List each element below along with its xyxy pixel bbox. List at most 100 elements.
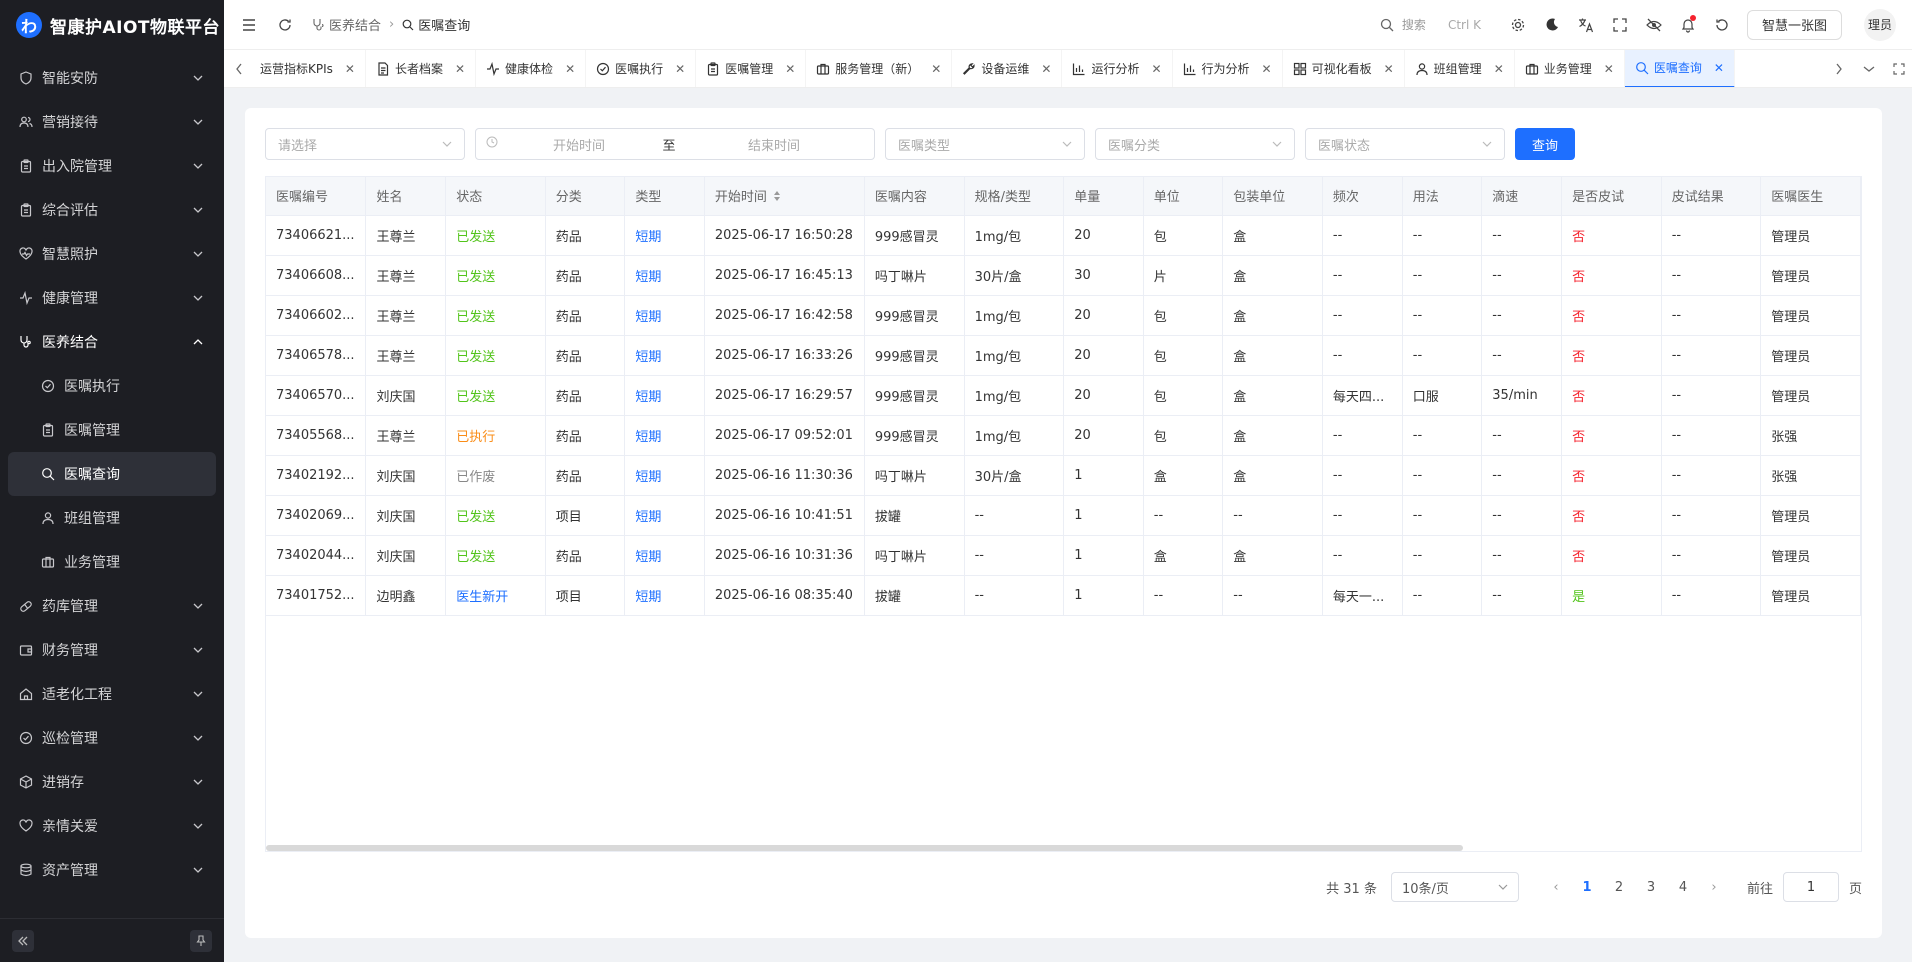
- fullscreen-icon[interactable]: [1610, 15, 1630, 35]
- global-search[interactable]: 搜索 Ctrl K: [1380, 16, 1481, 33]
- breadcrumb-item-parent[interactable]: 医养结合: [329, 15, 381, 34]
- goto-page-input[interactable]: 1: [1782, 872, 1839, 902]
- table-row[interactable]: 73402044... 刘庆国 已发送 药品 短期 2025-06-16 10:31:36…: [266, 535, 1861, 576]
- table-cell: 2025-06-16 10:41:51: [704, 495, 865, 536]
- tab[interactable]: 服务管理（新） ✕: [806, 50, 953, 87]
- tab[interactable]: 行为分析 ✕: [1173, 50, 1283, 87]
- tabs-scroll-right-icon[interactable]: [1824, 50, 1854, 87]
- tab[interactable]: 业务管理 ✕: [1515, 50, 1625, 87]
- tab[interactable]: 运行分析 ✕: [1062, 50, 1173, 87]
- user-avatar[interactable]: 理员: [1864, 8, 1896, 41]
- smart-map-button[interactable]: 智慧一张图: [1746, 9, 1842, 40]
- page-scrollbar[interactable]: [1902, 88, 1912, 962]
- close-icon[interactable]: ✕: [1604, 62, 1614, 76]
- menu-toggle-icon[interactable]: [240, 16, 258, 34]
- close-icon[interactable]: ✕: [931, 62, 941, 76]
- tabs-dropdown-icon[interactable]: [1854, 50, 1884, 87]
- page-number[interactable]: 1: [1575, 880, 1599, 895]
- start-time-input[interactable]: 开始时间: [504, 135, 654, 154]
- sidebar-item[interactable]: 业务管理: [0, 540, 224, 584]
- sidebar-item[interactable]: 医嘱管理: [0, 408, 224, 452]
- sidebar-item[interactable]: 健康管理: [0, 276, 224, 320]
- app-logo[interactable]: わ 智康护AIOT物联平台: [0, 0, 224, 50]
- prev-page-icon[interactable]: ‹: [1545, 880, 1567, 895]
- sidebar-item[interactable]: 医养结合: [0, 320, 224, 364]
- close-icon[interactable]: ✕: [1384, 62, 1394, 76]
- horizontal-scrollbar[interactable]: [266, 845, 1463, 851]
- sidebar-item[interactable]: 财务管理: [0, 628, 224, 672]
- sidebar-item[interactable]: 适老化工程: [0, 672, 224, 716]
- tab[interactable]: 运营指标KPIs ✕: [254, 50, 366, 87]
- tab[interactable]: 设备运维 ✕: [952, 50, 1063, 87]
- sidebar-item[interactable]: 进销存: [0, 760, 224, 804]
- tab[interactable]: 健康体检 ✕: [476, 50, 587, 87]
- sidebar-item[interactable]: 医嘱执行: [0, 364, 224, 408]
- tab[interactable]: 可视化看板 ✕: [1283, 50, 1405, 87]
- page-size-select[interactable]: 10条/页: [1390, 872, 1519, 902]
- close-icon[interactable]: ✕: [455, 62, 465, 76]
- sidebar-item[interactable]: 亲情关爱: [0, 804, 224, 848]
- close-icon[interactable]: ✕: [345, 62, 355, 76]
- sidebar-item[interactable]: 资产管理: [0, 848, 224, 892]
- pin-icon[interactable]: [190, 929, 212, 952]
- translate-icon[interactable]: [1576, 15, 1596, 35]
- table-row[interactable]: 73406608... 王尊兰 已发送 药品 短期 2025-06-17 16:45:13…: [266, 255, 1861, 296]
- sidebar-item[interactable]: 巡检管理: [0, 716, 224, 760]
- date-range-picker[interactable]: 开始时间 至 结束时间: [475, 128, 875, 160]
- sidebar-item[interactable]: 出入院管理: [0, 144, 224, 188]
- tab[interactable]: 医嘱查询 ✕: [1624, 50, 1735, 87]
- close-icon[interactable]: ✕: [1714, 61, 1724, 75]
- column-header: 皮试结果: [1661, 177, 1762, 216]
- search-icon: [1380, 18, 1394, 31]
- sidebar-item[interactable]: 医嘱查询: [8, 452, 216, 496]
- sidebar-item[interactable]: 智能安防: [0, 56, 224, 100]
- tabs-scroll-left-icon[interactable]: [224, 50, 254, 87]
- table-row[interactable]: 73405568... 王尊兰 已执行 药品 短期 2025-06-17 09:52:01…: [266, 415, 1861, 456]
- tabs-maximize-icon[interactable]: [1884, 50, 1912, 87]
- table-row[interactable]: 73402069... 刘庆国 已发送 项目 短期 2025-06-16 10:41:51…: [266, 495, 1861, 536]
- reload-icon[interactable]: [1712, 15, 1732, 35]
- sidebar-item[interactable]: 智慧照护: [0, 232, 224, 276]
- table-row[interactable]: 73402192... 刘庆国 已作废 药品 短期 2025-06-16 11:30:36…: [266, 455, 1861, 496]
- tab[interactable]: 长者档案 ✕: [366, 50, 477, 87]
- close-icon[interactable]: ✕: [565, 62, 575, 76]
- sidebar-item[interactable]: 综合评估: [0, 188, 224, 232]
- sidebar-item[interactable]: 药库管理: [0, 584, 224, 628]
- table-row[interactable]: 73406621... 王尊兰 已发送 药品 短期 2025-06-17 16:50:28…: [266, 215, 1861, 256]
- table-row[interactable]: 73401752... 边明鑫 医生新开 项目 短期 2025-06-16 08:35:4…: [266, 575, 1861, 616]
- page-number[interactable]: 3: [1639, 880, 1663, 895]
- sort-icon[interactable]: [773, 190, 781, 206]
- filter-bar: 请选择 开始时间 至 结束时间 医嘱类型 医嘱分类 医嘱状态 查询: [265, 128, 1575, 160]
- settings-icon[interactable]: [1508, 15, 1528, 35]
- close-icon[interactable]: ✕: [675, 62, 685, 76]
- tab[interactable]: 班组管理 ✕: [1405, 50, 1515, 87]
- next-page-icon[interactable]: ›: [1703, 880, 1725, 895]
- close-icon[interactable]: ✕: [1041, 62, 1051, 76]
- order-category-select[interactable]: 医嘱分类: [1095, 128, 1295, 160]
- close-icon[interactable]: ✕: [1262, 62, 1272, 76]
- table-row[interactable]: 73406570... 刘庆国 已发送 药品 短期 2025-06-17 16:29:57…: [266, 375, 1861, 416]
- dark-mode-icon[interactable]: [1542, 15, 1562, 35]
- order-type-select[interactable]: 医嘱类型: [885, 128, 1085, 160]
- eye-off-icon[interactable]: [1644, 15, 1664, 35]
- close-icon[interactable]: ✕: [1151, 62, 1161, 76]
- tab[interactable]: 医嘱管理 ✕: [696, 50, 807, 87]
- table-cell: 30片/盒: [964, 455, 1065, 496]
- page-number[interactable]: 4: [1671, 880, 1695, 895]
- sidebar-item[interactable]: 营销接待: [0, 100, 224, 144]
- table-row[interactable]: 73406602... 王尊兰 已发送 药品 短期 2025-06-17 16:42:58…: [266, 295, 1861, 336]
- bell-icon[interactable]: [1678, 14, 1698, 35]
- select-filter[interactable]: 请选择: [265, 128, 465, 160]
- page-number[interactable]: 2: [1607, 880, 1631, 895]
- sidebar-item[interactable]: 班组管理: [0, 496, 224, 540]
- collapse-sidebar-icon[interactable]: [12, 929, 34, 952]
- refresh-icon[interactable]: [276, 16, 294, 34]
- close-icon[interactable]: ✕: [1494, 62, 1504, 76]
- close-icon[interactable]: ✕: [785, 62, 795, 76]
- table-row[interactable]: 73406578... 王尊兰 已发送 药品 短期 2025-06-17 16:33:26…: [266, 335, 1861, 376]
- order-status-select[interactable]: 医嘱状态: [1305, 128, 1505, 160]
- column-header[interactable]: 开始时间: [704, 177, 865, 216]
- end-time-input[interactable]: 结束时间: [684, 135, 864, 154]
- query-button[interactable]: 查询: [1515, 128, 1575, 160]
- tab[interactable]: 医嘱执行 ✕: [586, 50, 697, 87]
